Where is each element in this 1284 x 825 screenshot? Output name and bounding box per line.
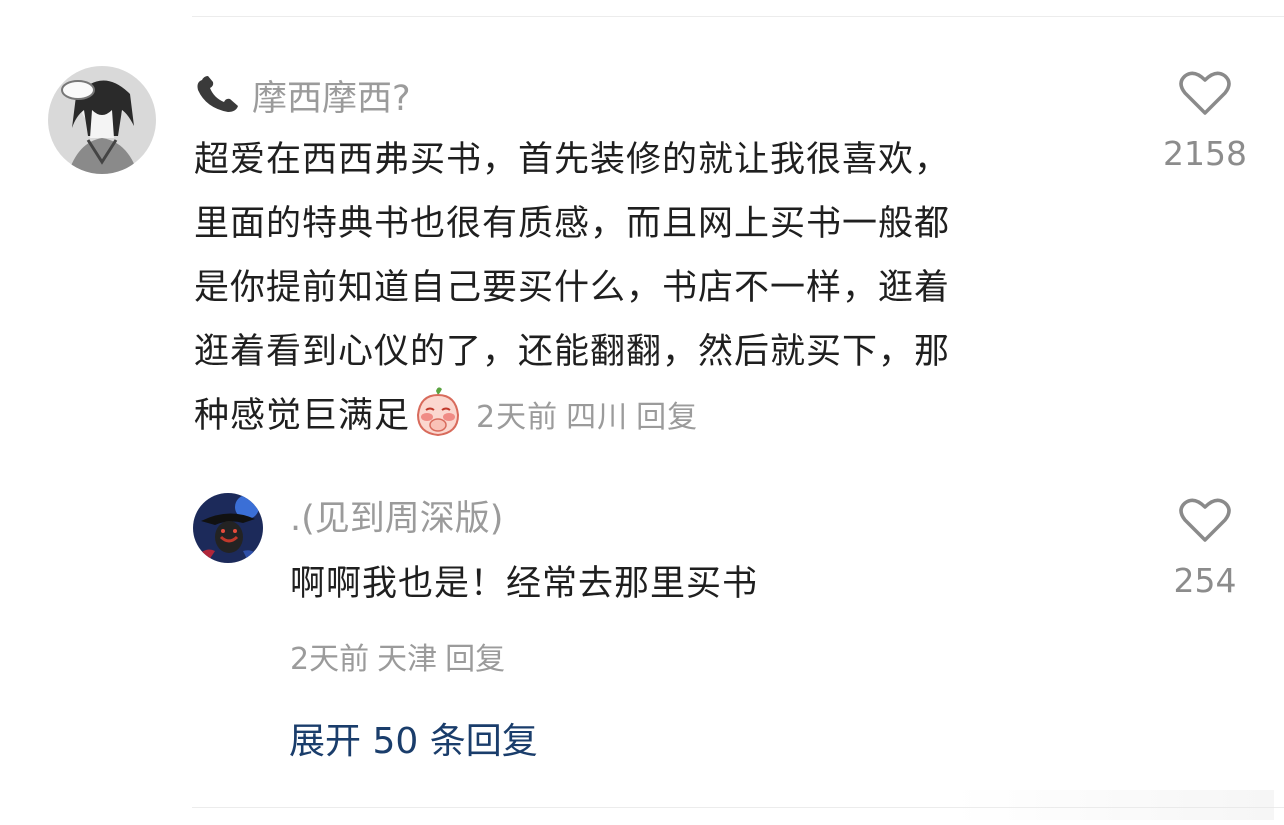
comment-line: 超爱在西西弗买书，首先装修的就让我很喜欢， (194, 140, 951, 180)
heart-icon[interactable] (1160, 497, 1250, 551)
comment-time: 2天前 (476, 400, 559, 435)
bottom-fade (954, 790, 1274, 820)
top-divider (192, 16, 1284, 17)
expand-replies-button[interactable]: 展开 50 条回复 (289, 712, 538, 764)
reply-username[interactable]: .(见到周深版) (290, 497, 503, 541)
comment-like[interactable]: 2158 (1160, 70, 1250, 173)
comment-username-text: 摩西摩西? (252, 79, 411, 119)
reply-like-count: 254 (1173, 561, 1237, 600)
reply-like[interactable]: 254 (1160, 497, 1250, 600)
comment-line: 种感觉巨满足 (194, 396, 411, 436)
comment-like-count: 2158 (1163, 134, 1247, 173)
reply-meta: 2天前 天津 回复 (290, 634, 513, 678)
heart-icon[interactable] (1160, 70, 1250, 124)
avatar[interactable] (48, 66, 156, 174)
comment-last-line: 种感觉巨满足 2天前 四川 回复 (194, 384, 950, 458)
blush-peach-emoji-icon (414, 385, 462, 458)
reply-body: 啊啊我也是！经常去那里买书 (290, 552, 758, 616)
phone-icon (194, 74, 246, 125)
reply-reply-button[interactable]: 回复 (445, 642, 505, 677)
comment-body: 超爱在西西弗买书，首先装修的就让我很喜欢， 里面的特典书也很有质感，而且网上买书… (194, 128, 950, 458)
reply-button[interactable]: 回复 (636, 400, 698, 435)
reply-text: 啊啊我也是！经常去那里买书 (290, 564, 759, 604)
reply-time: 2天前 (290, 642, 370, 677)
comment-line: 里面的特典书也很有质感，而且网上买书一般都 (194, 204, 951, 244)
reply-avatar[interactable] (193, 493, 263, 563)
comment-username[interactable]: 摩西摩西? (194, 74, 411, 125)
comment-line: 是你提前知道自己要买什么，书店不一样，逛着 (194, 268, 951, 308)
comment-meta: 2天前 四川 回复 (476, 400, 706, 435)
reply-location: 天津 (377, 642, 438, 677)
comment-line: 逛着看到心仪的了，还能翻翻，然后就买下，那 (194, 332, 951, 372)
comment-location: 四川 (566, 400, 629, 435)
